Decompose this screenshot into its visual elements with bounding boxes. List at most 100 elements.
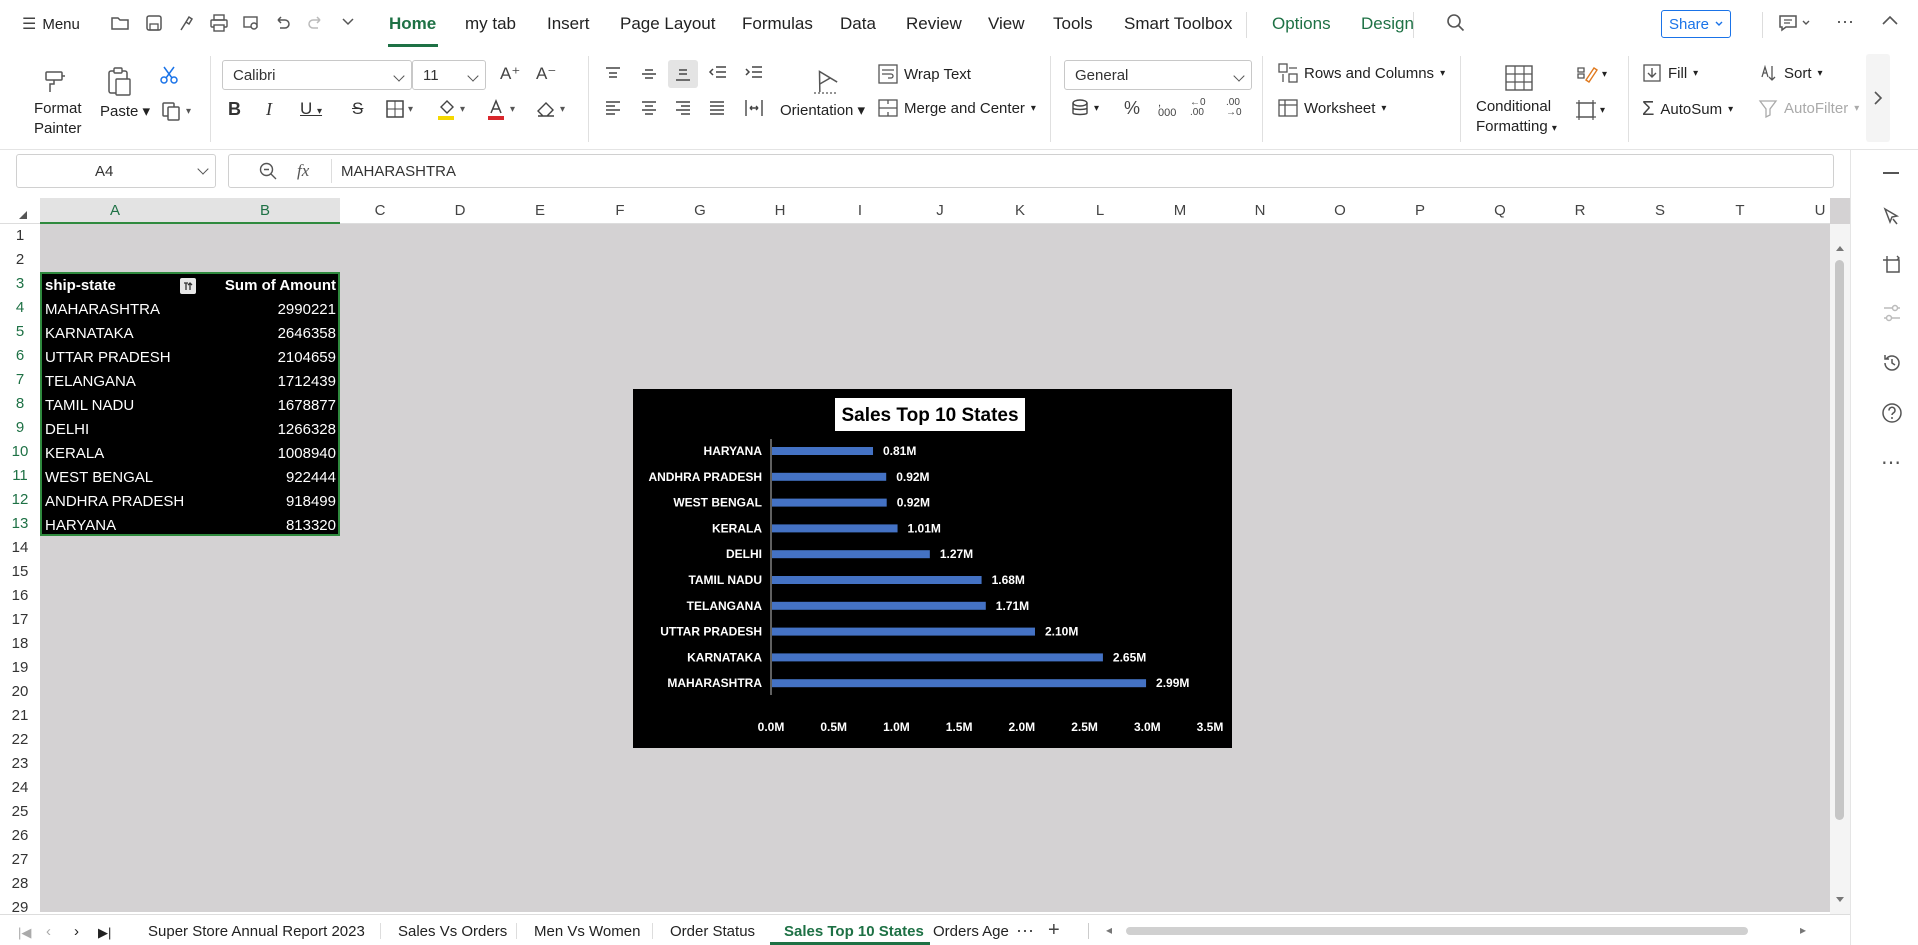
strikethrough-icon[interactable]: S xyxy=(352,99,363,119)
redo-icon[interactable] xyxy=(306,13,324,33)
pivot-table[interactable]: ship-state Sum of Amount MAHARASHTRA 2990… xyxy=(40,272,340,536)
bold-icon[interactable]: B xyxy=(228,99,241,120)
tab-home[interactable]: Home xyxy=(389,14,436,34)
tab-options[interactable]: Options xyxy=(1272,14,1331,34)
row-header-23[interactable]: 23 xyxy=(0,752,40,776)
row-header-10[interactable]: 10 xyxy=(0,440,40,464)
sheet-tab-order-status[interactable]: Order Status xyxy=(670,923,755,940)
conditional-formatting-button[interactable]: Conditional Formatting ▾ xyxy=(1474,64,1557,135)
pivot-row[interactable]: DELHI 1266328 xyxy=(42,418,338,442)
orientation-button[interactable] xyxy=(806,66,840,96)
row-header-12[interactable]: 12 xyxy=(0,488,40,512)
function-icon[interactable]: fx xyxy=(297,161,309,181)
decrease-font-icon[interactable]: A⁻ xyxy=(536,64,556,84)
column-header-n[interactable]: N xyxy=(1220,198,1300,224)
cell-styles-button[interactable]: ▾ xyxy=(1576,64,1607,84)
decrease-indent-icon[interactable] xyxy=(708,64,728,82)
tab-design[interactable]: Design xyxy=(1361,14,1414,34)
increase-font-icon[interactable]: A⁺ xyxy=(500,64,520,84)
pivot-row[interactable]: WEST BENGAL 922444 xyxy=(42,466,338,490)
format-brush-icon[interactable] xyxy=(176,13,196,33)
sheet-tab-men-vs-women[interactable]: Men Vs Women xyxy=(534,923,640,940)
vertical-scroll-thumb[interactable] xyxy=(1835,260,1844,820)
paste-button[interactable]: Paste ▾ xyxy=(98,66,150,120)
more-sheets-icon[interactable]: ⋯ xyxy=(1016,921,1034,942)
row-header-19[interactable]: 19 xyxy=(0,656,40,680)
scroll-right-icon[interactable]: ▸ xyxy=(1800,923,1806,937)
column-header-t[interactable]: T xyxy=(1700,198,1780,224)
cut-icon[interactable] xyxy=(158,64,180,86)
rows-columns-button[interactable]: Rows and Columns ▾ xyxy=(1278,63,1445,83)
add-sheet-icon[interactable]: + xyxy=(1048,919,1060,942)
pivot-cell-amount[interactable]: 1712439 xyxy=(278,373,336,390)
save-icon[interactable] xyxy=(144,13,164,33)
horizontal-scroll-thumb[interactable] xyxy=(1126,927,1748,935)
pivot-header-sum-amount[interactable]: Sum of Amount xyxy=(225,277,336,294)
font-size-select[interactable]: 11 xyxy=(412,60,486,90)
sheet-tab-super-store[interactable]: Super Store Annual Report 2023 xyxy=(148,923,365,940)
decrease-decimal-icon[interactable]: .00 →0 xyxy=(1226,98,1242,118)
pivot-row[interactable]: TAMIL NADU 1678877 xyxy=(42,394,338,418)
pivot-cell-state[interactable]: TELANGANA xyxy=(45,373,136,390)
pivot-cell-state[interactable]: KARNATAKA xyxy=(45,325,134,342)
column-header-q[interactable]: Q xyxy=(1460,198,1540,224)
pivot-cell-amount[interactable]: 1678877 xyxy=(278,397,336,414)
pivot-row[interactable]: UTTAR PRADESH 2104659 xyxy=(42,346,338,370)
pivot-cell-amount[interactable]: 2104659 xyxy=(278,349,336,366)
minimize-panel-icon[interactable] xyxy=(1883,172,1899,174)
ribbon-scroll-right[interactable] xyxy=(1866,54,1890,142)
align-left-icon[interactable] xyxy=(604,100,622,116)
tab-data[interactable]: Data xyxy=(840,14,876,34)
thousands-separator-icon[interactable]: , 000 xyxy=(1158,98,1176,119)
column-header-b[interactable]: B xyxy=(190,198,340,224)
tab-insert[interactable]: Insert xyxy=(547,14,590,34)
column-header-u[interactable]: U xyxy=(1780,198,1860,224)
increase-decimal-icon[interactable]: ←0.00 xyxy=(1190,98,1206,118)
formula-content[interactable]: MAHARASHTRA xyxy=(341,163,456,180)
column-header-f[interactable]: F xyxy=(580,198,660,224)
row-header-24[interactable]: 24 xyxy=(0,776,40,800)
vertical-scrollbar[interactable] xyxy=(1830,224,1850,914)
bar-chart[interactable]: Sales Top 10 States HARYANA 0.81M ANDHRA P… xyxy=(633,389,1232,748)
column-header-d[interactable]: D xyxy=(420,198,500,224)
column-header-j[interactable]: J xyxy=(900,198,980,224)
sheet-tab-sales-top-10-states[interactable]: Sales Top 10 States xyxy=(770,915,930,945)
row-header-1[interactable]: 1 xyxy=(0,224,40,248)
select-all-corner[interactable] xyxy=(0,198,40,224)
align-center-icon[interactable] xyxy=(640,100,658,116)
formula-bar[interactable]: fx MAHARASHTRA xyxy=(228,154,1834,188)
underline-icon[interactable]: U ▾ xyxy=(300,99,322,119)
row-header-4[interactable]: 4 xyxy=(0,296,40,320)
column-header-a[interactable]: A xyxy=(40,198,190,224)
row-header-27[interactable]: 27 xyxy=(0,848,40,872)
pivot-filter-icon[interactable] xyxy=(180,278,196,294)
tab-page-layout[interactable]: Page Layout xyxy=(620,14,715,34)
pivot-cell-state[interactable]: HARYANA xyxy=(45,517,116,534)
pivot-cell-state[interactable]: ANDHRA PRADESH xyxy=(45,493,184,510)
history-icon[interactable] xyxy=(1881,352,1903,374)
copy-button[interactable]: ▾ xyxy=(160,100,191,122)
scroll-up-icon[interactable] xyxy=(1835,244,1845,252)
column-header-l[interactable]: L xyxy=(1060,198,1140,224)
quick-access-more-icon[interactable] xyxy=(342,17,354,27)
distributed-align-icon[interactable] xyxy=(744,98,764,118)
row-header-14[interactable]: 14 xyxy=(0,536,40,560)
tab-tools[interactable]: Tools xyxy=(1053,14,1093,34)
tab-review[interactable]: Review xyxy=(906,14,962,34)
column-header-e[interactable]: E xyxy=(500,198,580,224)
pivot-cell-state[interactable]: DELHI xyxy=(45,421,89,438)
search-icon[interactable] xyxy=(1446,13,1466,33)
fill-button[interactable]: Fill ▾ xyxy=(1642,63,1698,83)
row-header-3[interactable]: 3 xyxy=(0,272,40,296)
collapse-ribbon-icon[interactable] xyxy=(1882,15,1898,25)
tab-view[interactable]: View xyxy=(988,14,1025,34)
row-header-15[interactable]: 15 xyxy=(0,560,40,584)
increase-indent-icon[interactable] xyxy=(744,64,764,82)
row-header-8[interactable]: 8 xyxy=(0,392,40,416)
pivot-header-ship-state[interactable]: ship-state xyxy=(45,277,116,294)
row-header-28[interactable]: 28 xyxy=(0,872,40,896)
align-middle-icon[interactable] xyxy=(640,66,658,82)
merge-center-button[interactable]: Merge and Center ▾ xyxy=(878,98,1036,118)
row-header-20[interactable]: 20 xyxy=(0,680,40,704)
borders-button[interactable]: ▾ xyxy=(386,100,413,118)
